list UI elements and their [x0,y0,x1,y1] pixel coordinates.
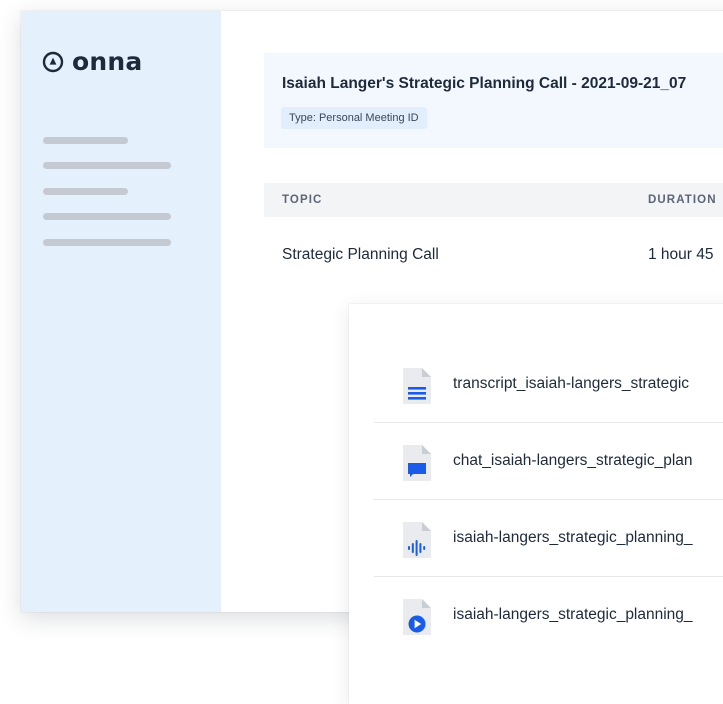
cell-topic: Strategic Planning Call [282,246,439,263]
onna-logo-icon [42,51,64,73]
nav-item-placeholder[interactable] [43,213,171,220]
nav-item-placeholder[interactable] [43,137,128,144]
meeting-type-badge: Type: Personal Meeting ID [281,107,427,129]
file-item-chat[interactable]: chat_isaiah-langers_strategic_plan [374,422,723,500]
nav-item-placeholder[interactable] [43,239,171,246]
file-name: chat_isaiah-langers_strategic_plan [453,452,693,469]
transcript-doc-icon [403,368,431,404]
meeting-header-card: Isaiah Langer's Strategic Planning Call … [264,53,723,148]
file-item-transcript[interactable]: transcript_isaiah-langers_strategic [374,345,723,423]
onna-logo[interactable]: onna [42,47,143,76]
file-item-video[interactable]: isaiah-langers_strategic_planning_ [374,576,723,653]
file-item-audio[interactable]: isaiah-langers_strategic_planning_ [374,499,723,577]
file-name: isaiah-langers_strategic_planning_ [453,529,693,546]
logo-text: onna [72,47,143,76]
nav-item-placeholder[interactable] [43,162,171,169]
sidebar: onna [21,11,221,612]
meeting-title: Isaiah Langer's Strategic Planning Call … [282,75,687,92]
chat-doc-icon [403,445,431,481]
video-file-icon [403,599,431,635]
file-name: isaiah-langers_strategic_planning_ [453,606,693,623]
cell-duration: 1 hour 45 [648,246,714,263]
column-header-duration[interactable]: DURATION [648,183,717,217]
audio-file-icon [403,522,431,558]
table-header: TOPIC DURATION [264,183,723,217]
column-header-topic[interactable]: TOPIC [282,183,322,217]
nav-item-placeholder[interactable] [43,188,128,195]
file-list-panel: transcript_isaiah-langers_strategic chat… [349,304,723,704]
file-name: transcript_isaiah-langers_strategic [453,375,690,392]
